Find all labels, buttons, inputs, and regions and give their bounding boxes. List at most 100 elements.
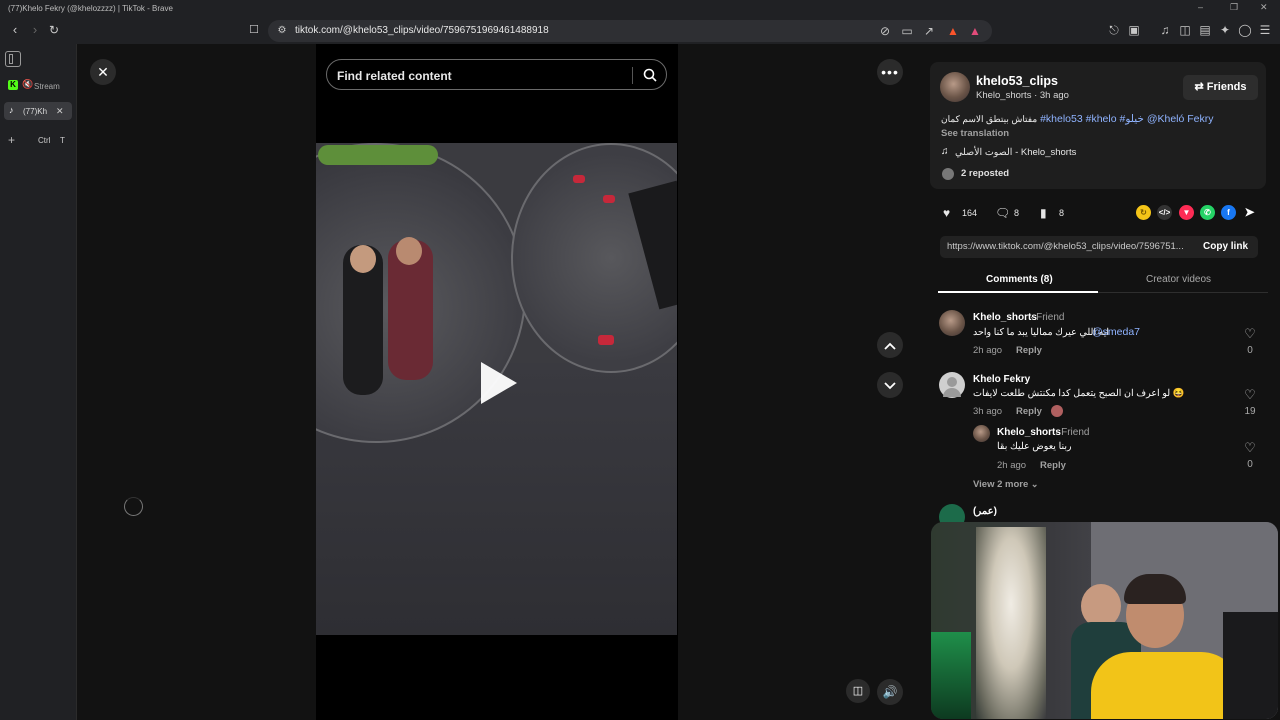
- send-to-friend-icon[interactable]: ▼: [1179, 205, 1194, 220]
- save-button[interactable]: ▮ 8: [1040, 206, 1080, 220]
- close-icon: ✕: [97, 64, 109, 80]
- share-more-icon[interactable]: ➤: [1242, 205, 1257, 220]
- friend-badge: · Friend: [1055, 427, 1090, 438]
- share-url[interactable]: https://www.tiktok.com/@khelo53_clips/vi…: [947, 241, 1192, 252]
- creator-liked-avatar: [1051, 405, 1063, 417]
- avatar[interactable]: [973, 425, 990, 442]
- divider: [632, 67, 633, 84]
- avatar[interactable]: [939, 372, 965, 398]
- copy-link-button[interactable]: Copy link: [1203, 241, 1248, 252]
- reply-button[interactable]: Reply: [1040, 460, 1066, 471]
- window-title: (77)Khelo Fekry (@khelozzzz) | TikTok - …: [8, 4, 173, 13]
- see-translation-link[interactable]: See translation: [941, 128, 1009, 139]
- extensions-icon[interactable]: ⎋: [1107, 23, 1121, 37]
- forward-icon[interactable]: ›: [27, 22, 43, 38]
- heart-icon: ♥: [943, 206, 951, 220]
- search-icon[interactable]: [643, 68, 657, 82]
- heart-icon[interactable]: ♡: [1243, 441, 1257, 455]
- vpn-icon[interactable]: ◯: [1238, 23, 1252, 37]
- chevron-down-icon: [884, 382, 896, 390]
- bookmark-icon: ▮: [1040, 206, 1047, 220]
- comment-time: 3h ago: [973, 406, 1003, 417]
- media-icon[interactable]: ♫: [1158, 23, 1172, 37]
- friends-button[interactable]: ⇄ Friends: [1183, 75, 1258, 100]
- hashtag[interactable]: #khelo53: [1040, 113, 1083, 125]
- close-tab-icon[interactable]: ✕: [56, 106, 64, 117]
- heart-icon[interactable]: ♡: [1243, 388, 1257, 402]
- comment-author[interactable]: Khelo Fekry: [973, 374, 1030, 385]
- comment-text: لو اعرف ان الصبح يتعمل كدا مكنتش طلعت لا…: [973, 388, 1185, 399]
- hashtag[interactable]: #khelo: [1086, 113, 1117, 125]
- screenshot-icon[interactable]: ▣: [1127, 23, 1141, 37]
- next-video-button[interactable]: [877, 372, 903, 398]
- friends-label: Friends: [1206, 81, 1247, 93]
- close-window-icon[interactable]: ✕: [1260, 2, 1268, 13]
- save-count: 8: [1059, 208, 1065, 218]
- reply-button[interactable]: Reply: [1016, 406, 1042, 417]
- music-link[interactable]: الصوت الأصلي - Khelo_shorts: [955, 147, 1076, 158]
- comment-time: 2h ago: [997, 460, 1027, 471]
- play-icon[interactable]: [481, 362, 517, 404]
- minimize-icon[interactable]: –: [1198, 2, 1203, 12]
- bookmark-icon[interactable]: ☐: [246, 22, 262, 38]
- volume-icon: 🔊: [882, 685, 898, 699]
- tab-comments[interactable]: Comments (8): [986, 274, 1053, 285]
- comment-button[interactable]: 🗨 8: [995, 206, 1035, 220]
- like-button[interactable]: ♥ 164: [943, 206, 983, 220]
- close-video-button[interactable]: ✕: [90, 59, 116, 85]
- share-icon[interactable]: ↗: [922, 24, 936, 38]
- comment-author[interactable]: (عمر): [973, 506, 997, 517]
- avatar[interactable]: [939, 310, 965, 336]
- site-settings-icon[interactable]: ⚙: [275, 24, 289, 38]
- author-username[interactable]: khelo53_clips: [976, 74, 1058, 88]
- embed-icon[interactable]: </>: [1157, 205, 1172, 220]
- comment-time: 2h ago: [973, 345, 1003, 356]
- more-options-button[interactable]: •••: [877, 59, 903, 85]
- tab-label: Stream: [34, 82, 60, 91]
- caption-text: مفتاش بيتطق الاسم كمان: [941, 114, 1038, 124]
- tab-kick-stream[interactable]: K 🔇 Stream: [4, 77, 72, 95]
- muted-icon[interactable]: 🔇: [22, 79, 33, 90]
- tab-label: (77)Kh: [23, 107, 48, 116]
- menu-icon[interactable]: ☰: [1258, 23, 1272, 37]
- mention[interactable]: @Kheló Fekry: [1147, 113, 1214, 125]
- leo-ai-icon[interactable]: ✦: [1218, 23, 1232, 37]
- facebook-icon[interactable]: f: [1221, 205, 1236, 220]
- comment-mention[interactable]: @smeda7: [1092, 326, 1140, 338]
- floating-player-button[interactable]: ◫: [846, 679, 870, 703]
- reply-button[interactable]: Reply: [1016, 345, 1042, 356]
- related-search-bar[interactable]: Find related content: [326, 59, 667, 90]
- new-tab-button[interactable]: + Ctrl T: [4, 131, 72, 149]
- no-translate-icon[interactable]: ⊘: [878, 24, 892, 38]
- tab-creator-videos[interactable]: Creator videos: [1146, 274, 1211, 285]
- brave-rewards-icon[interactable]: ▲: [968, 24, 982, 38]
- whatsapp-icon[interactable]: ✆: [1200, 205, 1215, 220]
- pip-icon: ◫: [852, 685, 864, 697]
- comment-author[interactable]: Khelo_shorts: [973, 312, 1037, 323]
- sidebar-toggle-icon[interactable]: ◫: [1178, 23, 1192, 37]
- repost-share-icon[interactable]: ↻: [1136, 205, 1151, 220]
- volume-button[interactable]: 🔊: [877, 679, 903, 705]
- comment-text: ايه اللي عيرك مماليا يبد ما كنا واحد: [973, 327, 1110, 338]
- tab-panel-icon[interactable]: [5, 51, 21, 67]
- share-link-box: https://www.tiktok.com/@khelo53_clips/vi…: [940, 236, 1258, 258]
- wallet-icon[interactable]: ▤: [1198, 23, 1212, 37]
- address-bar[interactable]: ⚙ tiktok.com/@khelo53_clips/video/759675…: [268, 20, 992, 42]
- heart-icon[interactable]: ♡: [1243, 327, 1257, 341]
- comment-icon: 🗨: [995, 206, 1011, 220]
- avatar[interactable]: [940, 72, 970, 102]
- tab-tiktok[interactable]: ♪ (77)Kh ✕: [4, 102, 72, 120]
- mirror-right-image: [511, 143, 677, 373]
- maximize-icon[interactable]: ❐: [1230, 2, 1238, 13]
- reload-icon[interactable]: ↻: [46, 22, 62, 38]
- comment-author[interactable]: Khelo_shorts: [997, 427, 1061, 438]
- brave-shield-icon[interactable]: ▲: [946, 24, 960, 38]
- cast-icon[interactable]: ▭: [900, 24, 914, 38]
- hashtag[interactable]: #خيلو: [1120, 113, 1144, 125]
- previous-video-button[interactable]: [877, 332, 903, 358]
- author-subtitle: Khelo_shorts · 3h ago: [976, 90, 1069, 101]
- back-icon[interactable]: ‹: [7, 22, 23, 38]
- kick-icon: K: [8, 80, 18, 90]
- view-more-replies[interactable]: View 2 more ⌄: [973, 479, 1038, 490]
- reposted-count[interactable]: 2 reposted: [961, 168, 1009, 179]
